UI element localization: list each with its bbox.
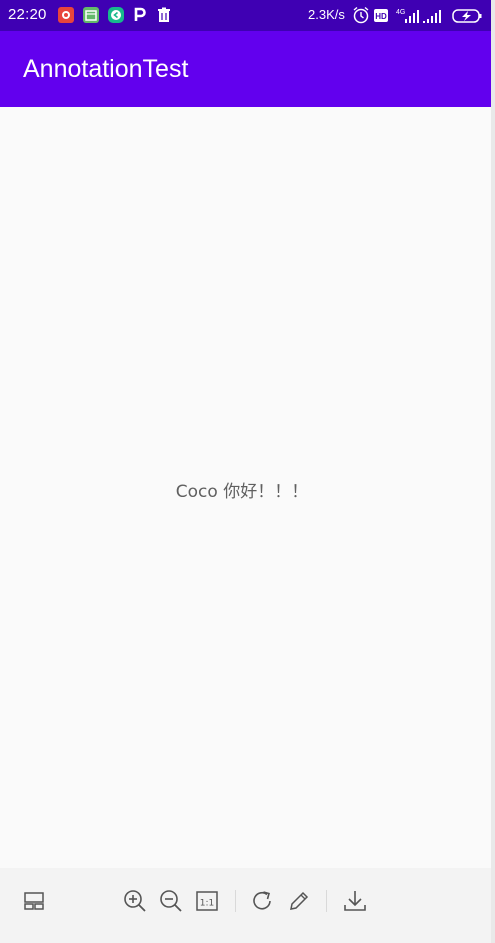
window-edge: [491, 0, 495, 943]
app-title: AnnotationTest: [23, 55, 189, 83]
battery-charging-icon: [452, 9, 482, 23]
svg-text:1:1: 1:1: [200, 899, 214, 909]
status-bar: 22:20 2.3K/s HD 4G: [0, 0, 491, 31]
app-notification-icon: [58, 7, 74, 23]
zoom-out-icon[interactable]: [158, 888, 184, 914]
app-bar: AnnotationTest: [0, 31, 491, 107]
status-right-icons: HD 4G: [352, 6, 488, 25]
alarm-icon: [353, 6, 369, 24]
svg-text:HD: HD: [375, 12, 387, 21]
calendar-icon: [83, 7, 99, 23]
p-icon: [133, 7, 147, 23]
toolbar-divider: [235, 890, 236, 912]
bottom-toolbar: 1:1: [0, 868, 491, 943]
signal-icon: [423, 10, 441, 23]
download-icon[interactable]: [342, 888, 368, 914]
chat-icon: [108, 7, 124, 23]
actual-size-icon[interactable]: 1:1: [194, 888, 220, 914]
layout-icon[interactable]: [21, 888, 47, 914]
signal-4g-icon: 4G: [396, 9, 419, 23]
hd-icon: HD: [374, 9, 388, 22]
toolbar-divider: [326, 890, 327, 912]
zoom-in-icon[interactable]: [122, 888, 148, 914]
svg-text:4G: 4G: [396, 9, 405, 16]
network-speed: 2.3K/s: [308, 7, 345, 22]
app-screen: 22:20 2.3K/s HD 4G AnnotationTest Coco 你…: [0, 0, 491, 943]
edit-icon[interactable]: [286, 888, 312, 914]
trash-icon: [157, 7, 171, 23]
rotate-icon[interactable]: [250, 888, 276, 914]
status-time: 22:20: [8, 6, 47, 23]
content-text: Coco 你好！！！: [175, 482, 309, 502]
